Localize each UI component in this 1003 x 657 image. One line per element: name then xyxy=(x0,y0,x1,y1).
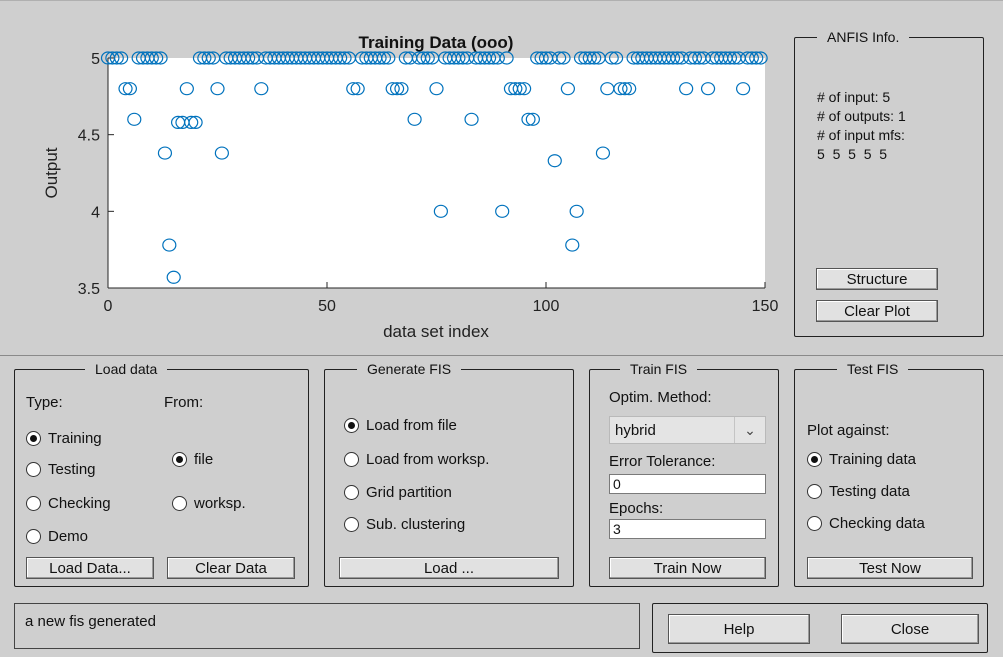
radio-plot-checking[interactable]: Checking data xyxy=(807,515,925,532)
generate-fis-panel: Generate FIS Load from file Load from wo… xyxy=(324,361,574,587)
error-tolerance-field[interactable]: 0 xyxy=(609,474,766,494)
radio-circle xyxy=(807,516,822,531)
radio-type-testing[interactable]: Testing xyxy=(26,461,96,478)
radio-circle xyxy=(344,452,359,467)
optim-method-select[interactable]: hybrid ⌄ xyxy=(609,416,766,444)
load-data-button[interactable]: Load Data... xyxy=(26,557,154,579)
radio-label: Checking xyxy=(48,495,111,512)
radio-type-checking[interactable]: Checking xyxy=(26,495,111,512)
radio-circle xyxy=(172,496,187,511)
type-label: Type: xyxy=(26,394,63,411)
radio-load-from-workspace[interactable]: Load from worksp. xyxy=(344,451,489,468)
load-fis-button[interactable]: Load ... xyxy=(339,557,559,579)
anfis-editor-window: 0 50 100 150 3.5 4 4.5 5 Training Data (ooo) d… xyxy=(0,0,1003,657)
x-axis-label: data set index xyxy=(383,322,489,341)
info-inputs: # of input: 5 xyxy=(817,89,891,105)
radio-selected-dot xyxy=(30,435,37,442)
radio-selected-dot xyxy=(176,456,183,463)
status-message: a new fis generated xyxy=(14,603,640,649)
train-now-button[interactable]: Train Now xyxy=(609,557,766,579)
x-tick-label: 0 xyxy=(104,298,113,315)
radio-label: worksp. xyxy=(194,495,246,512)
help-button[interactable]: Help xyxy=(668,614,810,644)
radio-circle xyxy=(807,484,822,499)
test-fis-title: Test FIS xyxy=(837,361,909,377)
radio-selected-dot xyxy=(348,422,355,429)
y-tick-label: 5 xyxy=(91,51,100,68)
x-tick-label: 50 xyxy=(318,298,336,315)
radio-label: Training xyxy=(48,430,102,447)
radio-circle xyxy=(26,496,41,511)
radio-label: Load from worksp. xyxy=(366,451,490,468)
info-outputs: # of outputs: 1 xyxy=(817,108,906,124)
chevron-down-icon[interactable]: ⌄ xyxy=(734,417,765,443)
plot-against-label: Plot against: xyxy=(807,422,890,439)
footer-button-panel: Help Close xyxy=(652,603,988,653)
radio-circle xyxy=(172,452,187,467)
plot-axes-background xyxy=(108,58,765,288)
y-tick-label: 3.5 xyxy=(78,281,100,298)
radio-source-workspace[interactable]: worksp. xyxy=(172,495,246,512)
radio-label: file xyxy=(194,451,214,468)
panel-divider xyxy=(0,355,1003,356)
radio-sub-clustering[interactable]: Sub. clustering xyxy=(344,516,465,533)
radio-label: Testing xyxy=(48,461,96,478)
radio-load-from-file[interactable]: Load from file xyxy=(344,417,457,434)
close-button[interactable]: Close xyxy=(841,614,979,644)
radio-label: Load from file xyxy=(366,417,457,434)
radio-grid-partition[interactable]: Grid partition xyxy=(344,484,452,501)
test-now-button[interactable]: Test Now xyxy=(807,557,973,579)
radio-label: Demo xyxy=(48,528,89,545)
info-input-mfs-label: # of input mfs: xyxy=(817,127,905,143)
generate-fis-title: Generate FIS xyxy=(357,361,462,377)
x-tick-label: 100 xyxy=(533,298,560,315)
radio-type-demo[interactable]: Demo xyxy=(26,528,88,545)
load-data-panel: Load data Type: From: Training Testing C… xyxy=(14,361,309,587)
radio-plot-training[interactable]: Training data xyxy=(807,451,916,468)
radio-circle xyxy=(344,485,359,500)
radio-label: Testing data xyxy=(829,483,910,500)
radio-circle xyxy=(26,529,41,544)
info-input-mfs-values: 5 5 5 5 5 xyxy=(817,146,888,162)
test-fis-panel: Test FIS Plot against: Training data Tes… xyxy=(794,361,984,587)
radio-circle xyxy=(344,418,359,433)
radio-type-training[interactable]: Training xyxy=(26,430,102,447)
anfis-info-title: ANFIS Info. xyxy=(817,29,910,45)
clear-data-button[interactable]: Clear Data xyxy=(167,557,295,579)
optim-method-label: Optim. Method: xyxy=(609,389,712,406)
radio-label: Sub. clustering xyxy=(366,516,466,533)
radio-circle xyxy=(344,517,359,532)
radio-plot-testing[interactable]: Testing data xyxy=(807,483,910,500)
error-tolerance-label: Error Tolerance: xyxy=(609,453,716,470)
anfis-info-text: # of input: 5 # of outputs: 1 # of input… xyxy=(817,88,906,164)
radio-selected-dot xyxy=(811,456,818,463)
plot-title: Training Data (ooo) xyxy=(359,33,514,52)
radio-circle xyxy=(26,462,41,477)
epochs-label: Epochs: xyxy=(609,500,664,517)
y-tick-label: 4.5 xyxy=(78,128,100,145)
anfis-info-panel: ANFIS Info. # of input: 5 # of outputs: … xyxy=(794,29,984,337)
load-data-title: Load data xyxy=(85,361,168,377)
radio-circle xyxy=(26,431,41,446)
from-label: From: xyxy=(164,394,204,411)
radio-label: Training data xyxy=(829,451,916,468)
y-tick-label: 4 xyxy=(91,204,100,221)
radio-source-file[interactable]: file xyxy=(172,451,213,468)
radio-label: Grid partition xyxy=(366,484,452,501)
training-data-plot: 0 50 100 150 3.5 4 4.5 5 Training Data (ooo) d… xyxy=(42,33,779,341)
x-tick-label: 150 xyxy=(752,298,779,315)
train-fis-panel: Train FIS Optim. Method: hybrid ⌄ Error … xyxy=(589,361,779,587)
train-fis-title: Train FIS xyxy=(620,361,698,377)
structure-button[interactable]: Structure xyxy=(816,268,938,290)
optim-method-value: hybrid xyxy=(615,422,656,439)
radio-label: Checking data xyxy=(829,515,925,532)
y-axis-label: Output xyxy=(42,147,61,198)
radio-circle xyxy=(807,452,822,467)
clear-plot-button[interactable]: Clear Plot xyxy=(816,300,938,322)
epochs-field[interactable]: 3 xyxy=(609,519,766,539)
